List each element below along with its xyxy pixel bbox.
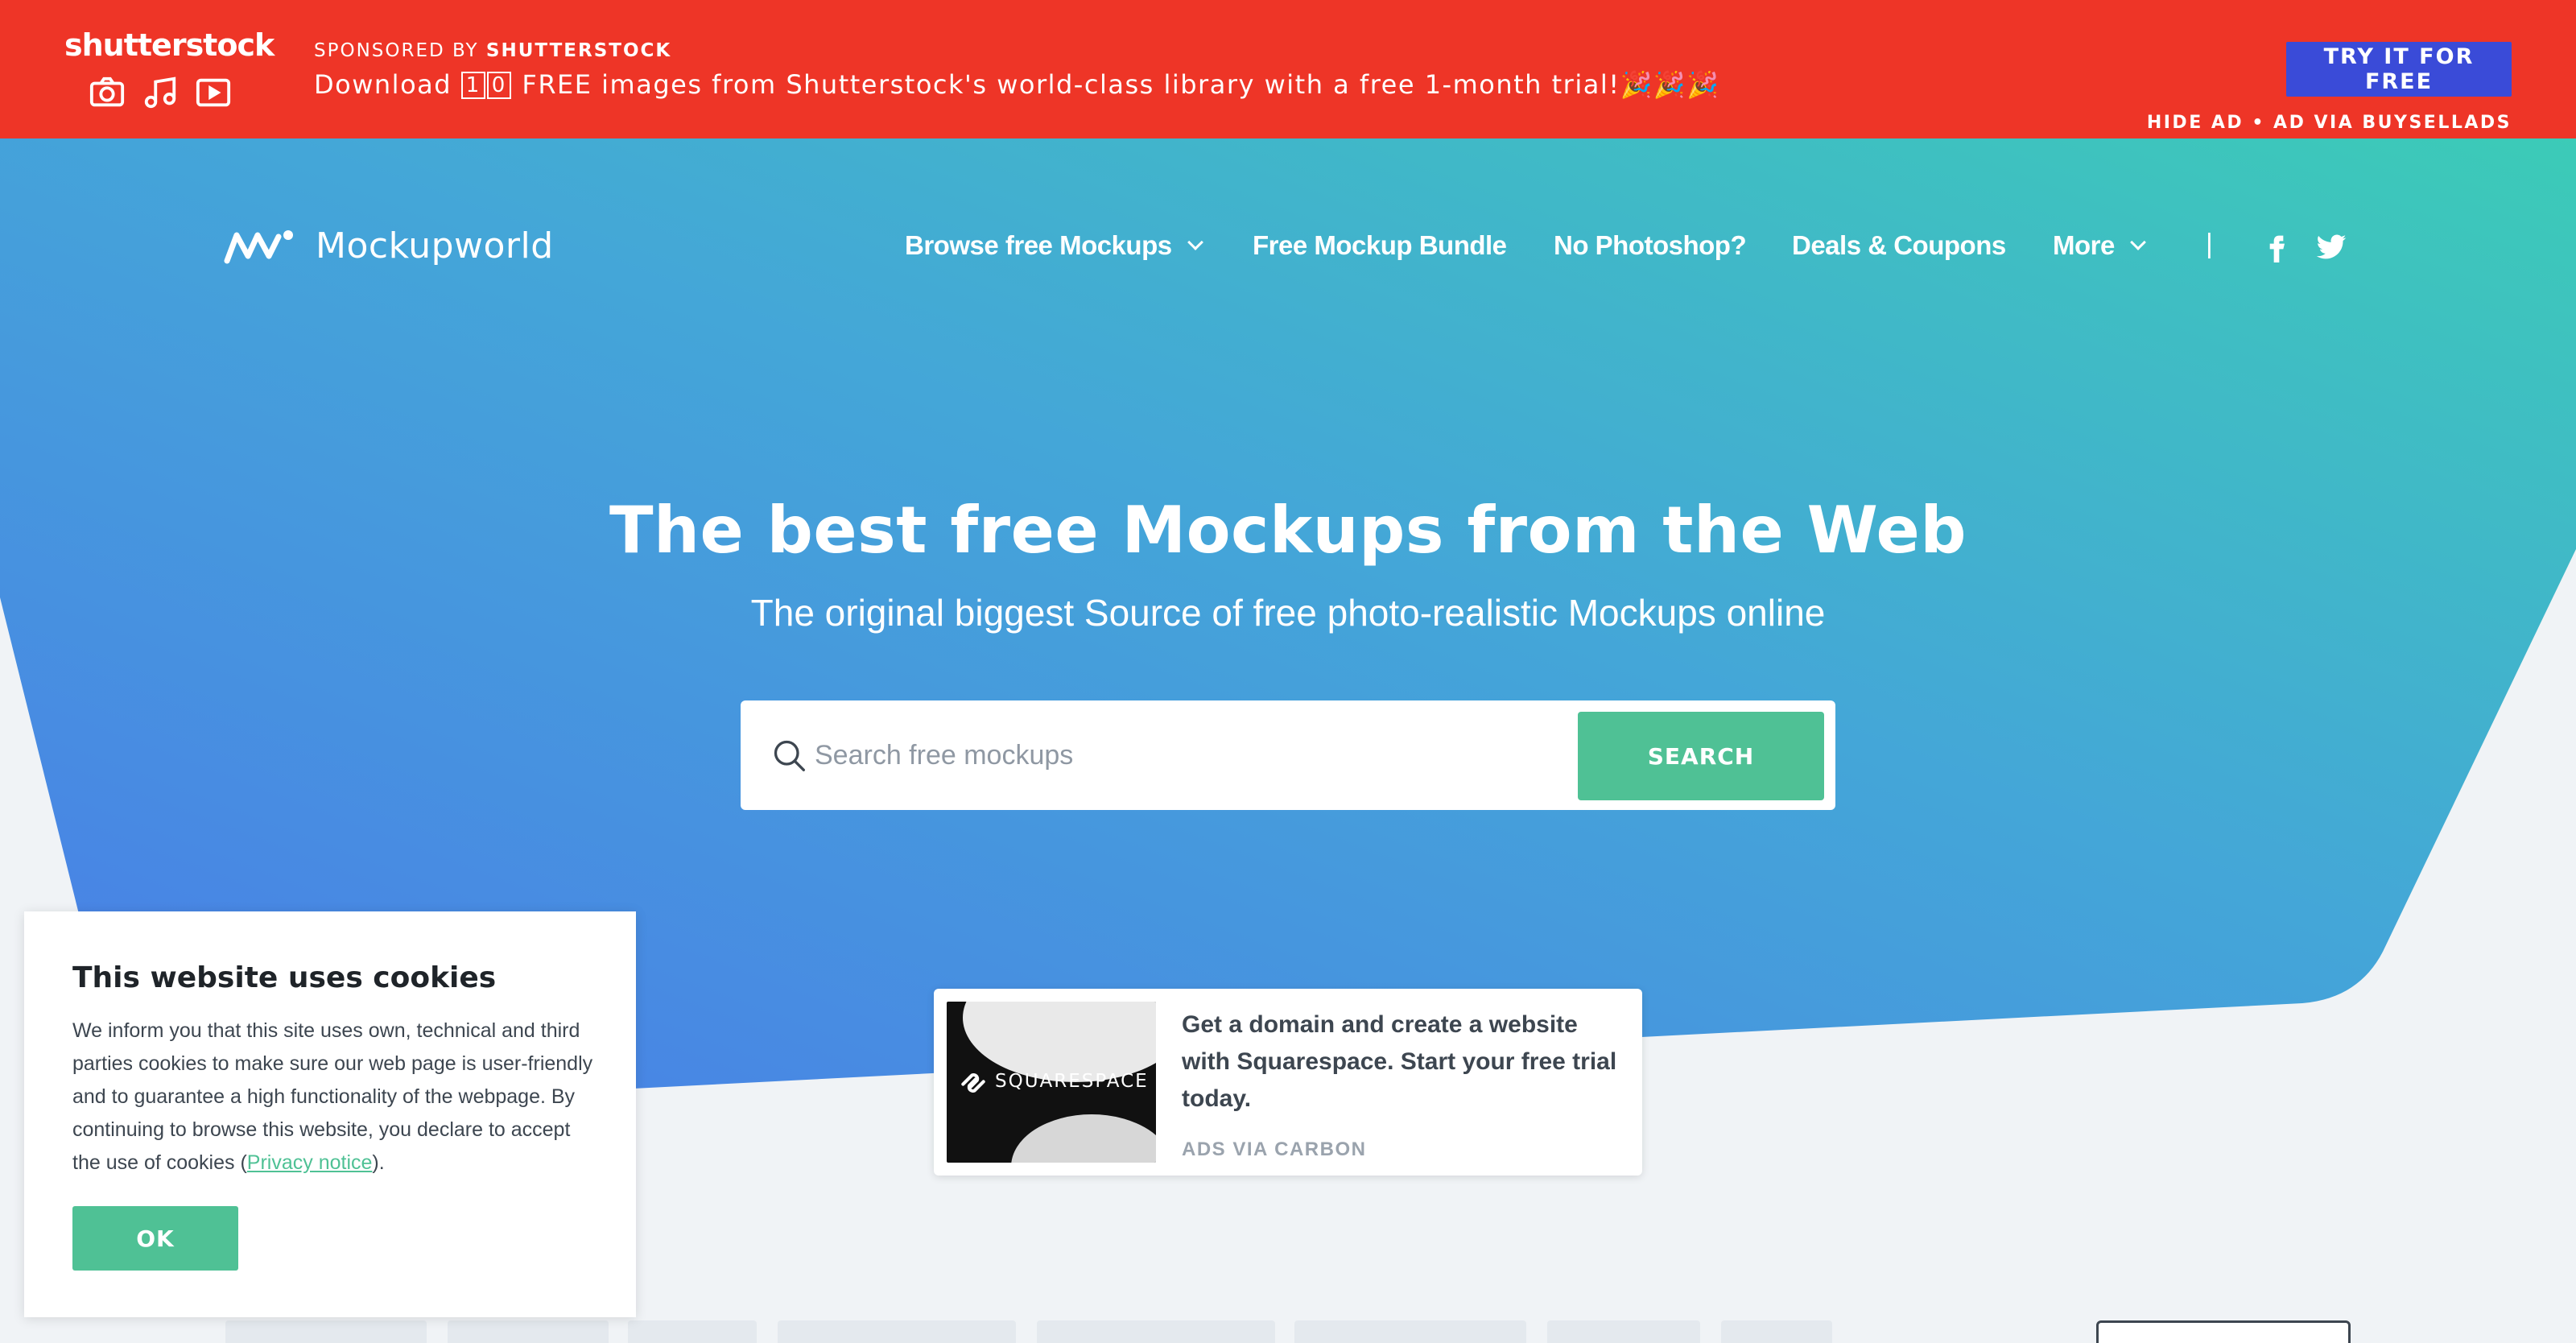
cookie-body-end: ).	[372, 1151, 385, 1174]
ad-digit-one: 1	[460, 72, 485, 99]
mockupworld-logo-icon	[224, 229, 293, 263]
camera-icon	[89, 76, 125, 107]
cookie-consent-panel: This website uses cookies We inform you …	[24, 911, 636, 1317]
cookie-ok-button[interactable]: OK	[72, 1206, 238, 1271]
sponsored-prefix: SPONSORED BY	[314, 40, 479, 61]
ad-image-shape	[963, 1002, 1156, 1082]
ad-headline[interactable]: Download 10 FREE images from Shutterstoc…	[314, 69, 1720, 100]
search-button[interactable]: SEARCH	[1578, 712, 1824, 800]
nav-item-label: No Photoshop?	[1554, 230, 1747, 260]
ads-via-carbon-link[interactable]: ADS VIA CARBON	[1182, 1138, 1366, 1161]
squarespace-logo-icon	[961, 1073, 985, 1093]
party-emoji-icons: 🎉🎉🎉	[1620, 69, 1720, 100]
logo-text: Mockupworld	[316, 225, 554, 267]
shutterstock-logo[interactable]: shutterstock	[64, 24, 275, 113]
hide-ad-link[interactable]: HIDE AD • AD VIA BUYSELLADS	[2147, 113, 2512, 133]
nav-deals-coupons[interactable]: Deals & Coupons	[1792, 230, 2006, 261]
music-note-icon	[144, 76, 176, 109]
nav-item-label: Deals & Coupons	[1792, 230, 2006, 260]
category-chip[interactable]	[1721, 1320, 1832, 1343]
category-chip[interactable]	[1037, 1320, 1275, 1343]
sponsored-brand: SHUTTERSTOCK	[485, 40, 672, 61]
nav-no-photoshop[interactable]: No Photoshop?	[1554, 230, 1747, 261]
ad-sponsor-line: SPONSORED BY SHUTTERSTOCK	[314, 40, 671, 61]
ad-text-before: Download	[314, 69, 452, 100]
category-chip[interactable]	[1547, 1320, 1700, 1343]
category-chip[interactable]	[1294, 1320, 1526, 1343]
try-it-for-free-button[interactable]: TRY IT FOR FREE	[2286, 42, 2512, 97]
nav-item-label: More	[2053, 230, 2115, 260]
outline-button[interactable]	[2096, 1320, 2351, 1343]
nav-free-mockup-bundle[interactable]: Free Mockup Bundle	[1253, 230, 1507, 261]
category-chip[interactable]	[778, 1320, 1016, 1343]
hero-title: The best free Mockups from the Web	[609, 493, 1967, 568]
hero-subtitle: The original biggest Source of free phot…	[750, 592, 1826, 634]
category-chip[interactable]	[448, 1320, 609, 1343]
cookie-title: This website uses cookies	[72, 961, 497, 994]
nav-browse-free-mockups[interactable]: Browse free Mockups	[905, 230, 1203, 261]
nav-more[interactable]: More	[2053, 230, 2146, 261]
ad-text-after: FREE images from Shutterstock's world-cl…	[522, 69, 1620, 100]
nav-separator: |	[2206, 229, 2213, 259]
search-icon	[774, 740, 805, 771]
twitter-icon[interactable]	[2315, 230, 2347, 262]
privacy-notice-link[interactable]: Privacy notice	[247, 1151, 373, 1174]
facebook-icon[interactable]	[2260, 230, 2293, 262]
video-play-icon	[196, 78, 231, 107]
search-input[interactable]	[815, 725, 1491, 786]
shutterstock-wordmark: shutterstock	[64, 27, 275, 63]
chevron-down-icon	[2129, 234, 2146, 250]
carbon-ad-text[interactable]: Get a domain and create a website with S…	[1182, 1006, 1624, 1118]
search-form: SEARCH	[741, 700, 1835, 810]
cookie-body: We inform you that this site uses own, t…	[72, 1014, 604, 1180]
chevron-down-icon	[1187, 234, 1203, 250]
squarespace-wordmark: SQUARESPACE	[995, 1071, 1149, 1092]
ad-digit-zero: 0	[486, 72, 511, 99]
carbon-ad-image[interactable]: SQUARESPACE	[947, 1002, 1156, 1163]
sponsor-ad-bar[interactable]: shutterstock SPONSORED BY SHUTTERSTOCK D…	[0, 0, 2576, 138]
nav-item-label: Browse free Mockups	[905, 230, 1172, 260]
main-nav: Mockupworld Browse free Mockups Free Moc…	[0, 217, 2576, 274]
category-chip[interactable]	[628, 1320, 757, 1343]
nav-item-label: Free Mockup Bundle	[1253, 230, 1507, 260]
category-chip[interactable]	[225, 1320, 427, 1343]
mockupworld-logo[interactable]: Mockupworld	[224, 225, 554, 267]
carbon-ad[interactable]: SQUARESPACE Get a domain and create a we…	[934, 989, 1642, 1176]
ad-image-shape	[1011, 1114, 1156, 1163]
